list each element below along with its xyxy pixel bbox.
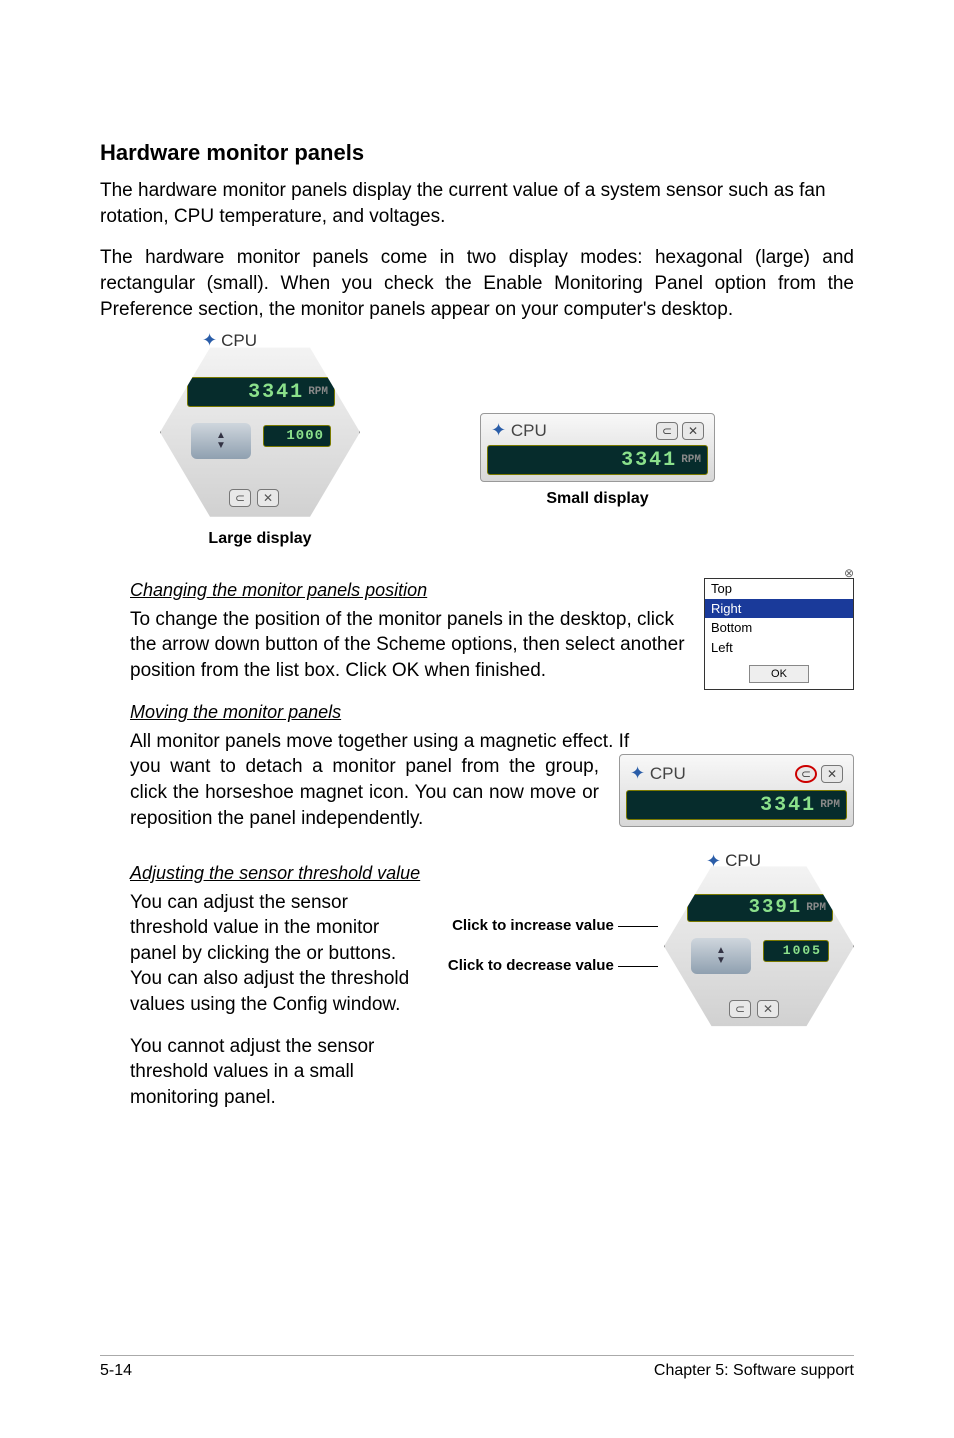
adjust-value: 3391 xyxy=(749,895,803,921)
fan-icon: ✦ xyxy=(706,849,721,873)
magnet-value: 3341 xyxy=(760,792,816,819)
fan-icon: ✦ xyxy=(630,763,645,783)
close-icon[interactable]: ✕ xyxy=(257,489,279,507)
magnet-icon[interactable]: ⊂ xyxy=(229,489,251,507)
close-icon[interactable]: ✕ xyxy=(821,765,843,783)
ok-button[interactable]: OK xyxy=(749,665,809,683)
large-display-figure: ✦ CPU 3341 RPM ▲ ▼ 1000 ⊂ ✕ xyxy=(160,342,360,548)
adjust-threshold: 1005 xyxy=(783,942,822,960)
adjust-unit: RPM xyxy=(806,901,826,916)
hex-widget: ✦ CPU 3341 RPM ▲ ▼ 1000 ⊂ ✕ xyxy=(160,342,360,522)
adjust-body-1: You can adjust the sensor threshold valu… xyxy=(130,890,428,1018)
arrow-down-icon[interactable]: ▼ xyxy=(216,441,226,451)
intro-para-1: The hardware monitor panels display the … xyxy=(100,178,854,229)
position-listbox[interactable]: ⊗ Top Right Bottom Left OK xyxy=(704,578,854,690)
adjust-hex-widget: ✦ CPU 3391 RPM ▲ ▼ 1005 ⊂ ✕ xyxy=(664,861,854,1031)
list-item[interactable]: Bottom xyxy=(705,618,853,638)
fan-icon: ✦ xyxy=(202,330,217,351)
small-caption: Small display xyxy=(480,490,715,508)
small-lcd: 3341 RPM xyxy=(487,445,708,475)
large-caption: Large display xyxy=(160,530,360,548)
position-listbox-figure: ⊗ Top Right Bottom Left OK xyxy=(704,578,854,690)
chapter-label: Chapter 5: Software support xyxy=(654,1362,854,1380)
hex-unit: RPM xyxy=(308,386,328,398)
hex-lcd-main: 3341 RPM xyxy=(187,377,335,407)
magnet-title: CPU xyxy=(650,764,686,783)
adjust-lcd-threshold: 1005 xyxy=(763,940,829,962)
list-item[interactable]: Right xyxy=(705,599,853,619)
increase-label: Click to increase value xyxy=(448,917,658,935)
magnet-icon[interactable]: ⊂ xyxy=(795,765,817,783)
small-title: CPU xyxy=(511,421,547,440)
close-icon[interactable]: ✕ xyxy=(682,422,704,440)
adjust-figure: Click to increase value Click to decreas… xyxy=(448,861,854,1031)
threshold-arrows[interactable]: ▲ ▼ xyxy=(691,938,751,974)
list-item[interactable]: Top xyxy=(705,579,853,599)
adjust-lcd-main: 3391 RPM xyxy=(687,894,833,922)
small-display-figure: ✦ CPU ⊂ ✕ 3341 RPM Small display xyxy=(480,413,715,508)
subhead-moving: Moving the monitor panels xyxy=(130,700,854,724)
page-number: 5-14 xyxy=(100,1362,132,1380)
magnet-unit: RPM xyxy=(820,798,840,813)
arrow-down-icon[interactable]: ▼ xyxy=(716,956,726,966)
hex-lcd-threshold: 1000 xyxy=(263,425,331,447)
hex-title-text: CPU xyxy=(221,331,257,351)
small-widget: ✦ CPU ⊂ ✕ 3341 RPM xyxy=(480,413,715,482)
intro-para-2: The hardware monitor panels come in two … xyxy=(100,245,854,322)
small-value: 3341 xyxy=(621,449,677,472)
moving-lead: All monitor panels move together using a… xyxy=(130,729,854,755)
magnet-widget: ✦ CPU ⊂ ✕ 3341 RPM xyxy=(619,754,854,827)
page-title: Hardware monitor panels xyxy=(100,140,854,166)
fan-icon: ✦ xyxy=(491,420,506,440)
magnet-icon[interactable]: ⊂ xyxy=(656,422,678,440)
hex-value: 3341 xyxy=(248,381,304,404)
magnet-icon[interactable]: ⊂ xyxy=(729,1000,751,1018)
close-icon[interactable]: ✕ xyxy=(757,1000,779,1018)
adjust-body-2: You cannot adjust the sensor threshold v… xyxy=(130,1034,428,1111)
moving-rest: you want to detach a monitor panel from … xyxy=(130,754,599,831)
magnet-lcd: 3341 RPM xyxy=(626,790,847,820)
small-unit: RPM xyxy=(681,454,701,466)
subhead-adjust: Adjusting the sensor threshold value xyxy=(130,861,428,885)
display-mode-figures: ✦ CPU 3341 RPM ▲ ▼ 1000 ⊂ ✕ xyxy=(160,342,854,548)
page-footer: 5-14 Chapter 5: Software support xyxy=(100,1355,854,1380)
close-icon[interactable]: ⊗ xyxy=(844,565,854,581)
hex-threshold: 1000 xyxy=(286,428,324,444)
decrease-label: Click to decrease value xyxy=(448,957,658,975)
list-item[interactable]: Left xyxy=(705,638,853,658)
adjust-title: CPU xyxy=(725,850,761,873)
threshold-arrows[interactable]: ▲ ▼ xyxy=(191,423,251,459)
